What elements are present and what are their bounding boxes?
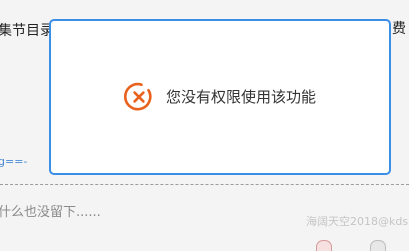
permission-denied-toast: 您没有权限使用该功能 — [49, 19, 391, 175]
episode-directory-title: 集节目录 — [0, 23, 54, 39]
error-icon — [123, 82, 154, 112]
text-fragment-link[interactable]: g==- — [0, 155, 27, 168]
watermark: 海阔天空2018@kds — [306, 215, 409, 228]
dashed-divider — [0, 184, 409, 185]
bottom-action-icon[interactable] — [370, 240, 386, 251]
bottom-action-icon[interactable] — [316, 240, 332, 251]
fee-label-fragment: 费 — [392, 21, 406, 37]
toast-message: 您没有权限使用该功能 — [165, 88, 316, 106]
toast-content: 您没有权限使用该功能 — [51, 21, 389, 173]
empty-comment-placeholder: 什么也没留下...... — [0, 205, 101, 220]
